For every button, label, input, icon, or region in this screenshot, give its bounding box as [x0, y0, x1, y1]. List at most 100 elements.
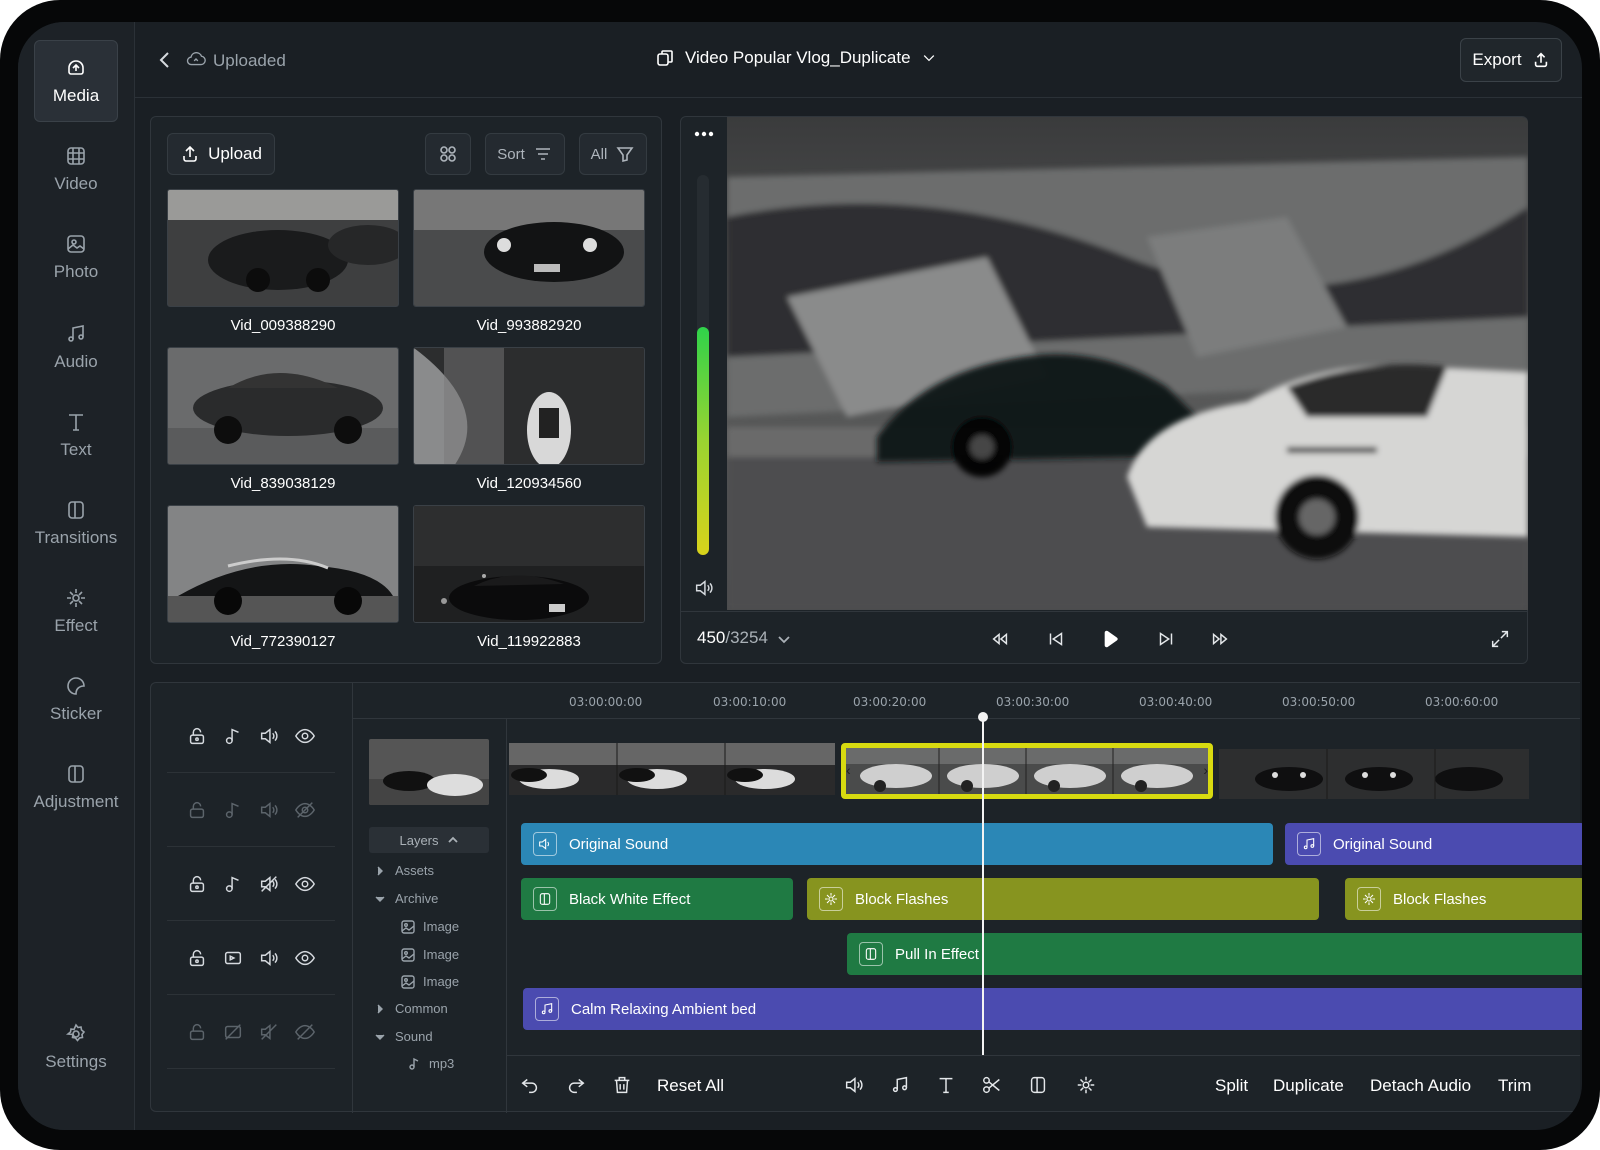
sort-button[interactable]: Sort — [485, 133, 565, 175]
speaker-icon[interactable] — [258, 725, 280, 747]
clip-thumbnail[interactable] — [167, 505, 399, 623]
eye-off-icon[interactable] — [294, 1021, 316, 1043]
clip-thumbnail[interactable] — [413, 347, 645, 465]
trash-icon[interactable] — [611, 1074, 633, 1096]
grid-view-button[interactable] — [425, 133, 471, 175]
playhead-handle[interactable] — [978, 712, 988, 722]
skip-forward-icon[interactable] — [1155, 628, 1177, 650]
video-clip-selected[interactable]: ‹ › — [841, 743, 1213, 799]
tree-item-mp3[interactable]: mp3 — [407, 1056, 454, 1071]
video-clip-a[interactable] — [509, 743, 835, 795]
nav-sticker[interactable]: Sticker — [34, 658, 118, 740]
export-button[interactable]: Export — [1460, 38, 1562, 82]
photo-icon — [67, 235, 85, 253]
ruler-tick: 03:00:00:00 — [569, 695, 643, 709]
tree-folder-archive[interactable]: Archive — [373, 891, 438, 906]
nav-adjustment[interactable]: Adjustment — [33, 746, 119, 828]
trim-button[interactable]: Trim — [1498, 1076, 1531, 1096]
clip-title: Black White Effect — [569, 890, 691, 908]
text-icon[interactable] — [935, 1074, 957, 1096]
skip-back-icon[interactable] — [1045, 628, 1067, 650]
unlock-icon[interactable] — [186, 725, 208, 747]
rewind-icon[interactable] — [989, 628, 1011, 650]
reset-all-button[interactable]: Reset All — [657, 1076, 724, 1096]
eye-icon[interactable] — [294, 725, 316, 747]
speaker-icon[interactable] — [693, 577, 715, 599]
music-note-icon[interactable] — [222, 799, 244, 821]
tree-item-image[interactable]: Image — [401, 974, 459, 989]
trim-handle-left-icon[interactable]: ‹ — [846, 762, 851, 778]
nav-video[interactable]: Video — [34, 128, 118, 210]
transitions-icon[interactable] — [1027, 1074, 1049, 1096]
effect-icon[interactable] — [1075, 1074, 1097, 1096]
upload-button[interactable]: Upload — [167, 133, 275, 175]
tree-folder-common[interactable]: Common — [373, 1001, 448, 1016]
speaker-icon[interactable] — [258, 799, 280, 821]
play-icon[interactable] — [1099, 628, 1121, 650]
eye-icon[interactable] — [294, 947, 316, 969]
trim-handle-right-icon[interactable]: › — [1203, 762, 1208, 778]
redo-icon[interactable] — [565, 1074, 587, 1096]
speaker-icon[interactable] — [843, 1074, 865, 1096]
effect-clip-black-white[interactable]: Black White Effect — [521, 878, 793, 920]
project-title[interactable]: Video Popular Vlog_Duplicate — [655, 48, 937, 68]
speaker-muted-icon[interactable] — [258, 873, 280, 895]
unlock-icon[interactable] — [186, 1021, 208, 1043]
layers-toggle[interactable]: Layers — [369, 827, 489, 853]
undo-icon[interactable] — [519, 1074, 541, 1096]
breadcrumb[interactable]: Uploaded — [213, 51, 286, 71]
nav-transitions[interactable]: Transitions — [34, 482, 118, 564]
fast-forward-icon[interactable] — [1209, 628, 1231, 650]
speaker-muted-icon[interactable] — [258, 1021, 280, 1043]
video-icon — [67, 147, 85, 165]
eye-off-icon[interactable] — [294, 799, 316, 821]
nav-photo[interactable]: Photo — [34, 216, 118, 298]
nav-media[interactable]: Media — [34, 40, 118, 122]
tree-label: Archive — [395, 891, 439, 906]
nav-audio[interactable]: Audio — [34, 306, 118, 388]
frame-counter[interactable]: 450/3254 — [697, 628, 791, 648]
music-note-icon[interactable] — [222, 873, 244, 895]
clip-thumbnail[interactable] — [167, 347, 399, 465]
detach-audio-button[interactable]: Detach Audio — [1370, 1076, 1471, 1096]
clip-thumbnail[interactable] — [413, 189, 645, 307]
audio-clip-original-sound[interactable]: Original Sound — [1285, 823, 1582, 865]
fullscreen-icon[interactable] — [1489, 628, 1511, 650]
layer-thumbnail[interactable] — [369, 739, 489, 805]
more-options-icon[interactable] — [693, 129, 715, 139]
time-ruler[interactable]: 03:00:00:00 03:00:10:00 03:00:20:00 03:0… — [353, 683, 1580, 719]
nav-effect[interactable]: Effect — [34, 570, 118, 652]
effect-clip-block-flashes[interactable]: Block Flashes — [1345, 878, 1582, 920]
unlock-icon[interactable] — [186, 947, 208, 969]
nav-settings[interactable]: Settings — [34, 1006, 118, 1088]
audio-clip-ambient[interactable]: Calm Relaxing Ambient bed — [523, 988, 1582, 1030]
speaker-icon[interactable] — [258, 947, 280, 969]
transitions-icon — [68, 501, 84, 519]
video-preview[interactable] — [727, 117, 1528, 610]
tree-folder-sound[interactable]: Sound — [373, 1029, 433, 1044]
split-button[interactable]: Split — [1215, 1076, 1248, 1096]
effect-clip-block-flashes[interactable]: Block Flashes — [807, 878, 1319, 920]
video-off-icon[interactable] — [222, 1021, 244, 1043]
clip-thumbnail[interactable] — [413, 505, 645, 623]
effect-clip-pull-in[interactable]: Pull In Effect — [847, 933, 1582, 975]
video-camera-icon[interactable] — [222, 947, 244, 969]
tree-item-image[interactable]: Image — [401, 919, 459, 934]
upload-icon — [1534, 52, 1547, 68]
video-clip-b[interactable] — [1219, 749, 1529, 799]
eye-icon[interactable] — [294, 873, 316, 895]
clip-thumbnail[interactable] — [167, 189, 399, 307]
tree-folder-assets[interactable]: Assets — [373, 863, 434, 878]
back-arrow-icon[interactable] — [155, 50, 175, 70]
music-note-icon[interactable] — [889, 1074, 911, 1096]
music-note-icon[interactable] — [222, 725, 244, 747]
audio-clip-original-sound[interactable]: Original Sound — [521, 823, 1273, 865]
filter-button[interactable]: All — [579, 133, 647, 175]
unlock-icon[interactable] — [186, 873, 208, 895]
nav-text[interactable]: Text — [34, 394, 118, 476]
scissors-icon[interactable] — [981, 1074, 1003, 1096]
unlock-icon[interactable] — [186, 799, 208, 821]
duplicate-button[interactable]: Duplicate — [1273, 1076, 1344, 1096]
playhead[interactable] — [978, 712, 988, 1055]
tree-item-image[interactable]: Image — [401, 947, 459, 962]
